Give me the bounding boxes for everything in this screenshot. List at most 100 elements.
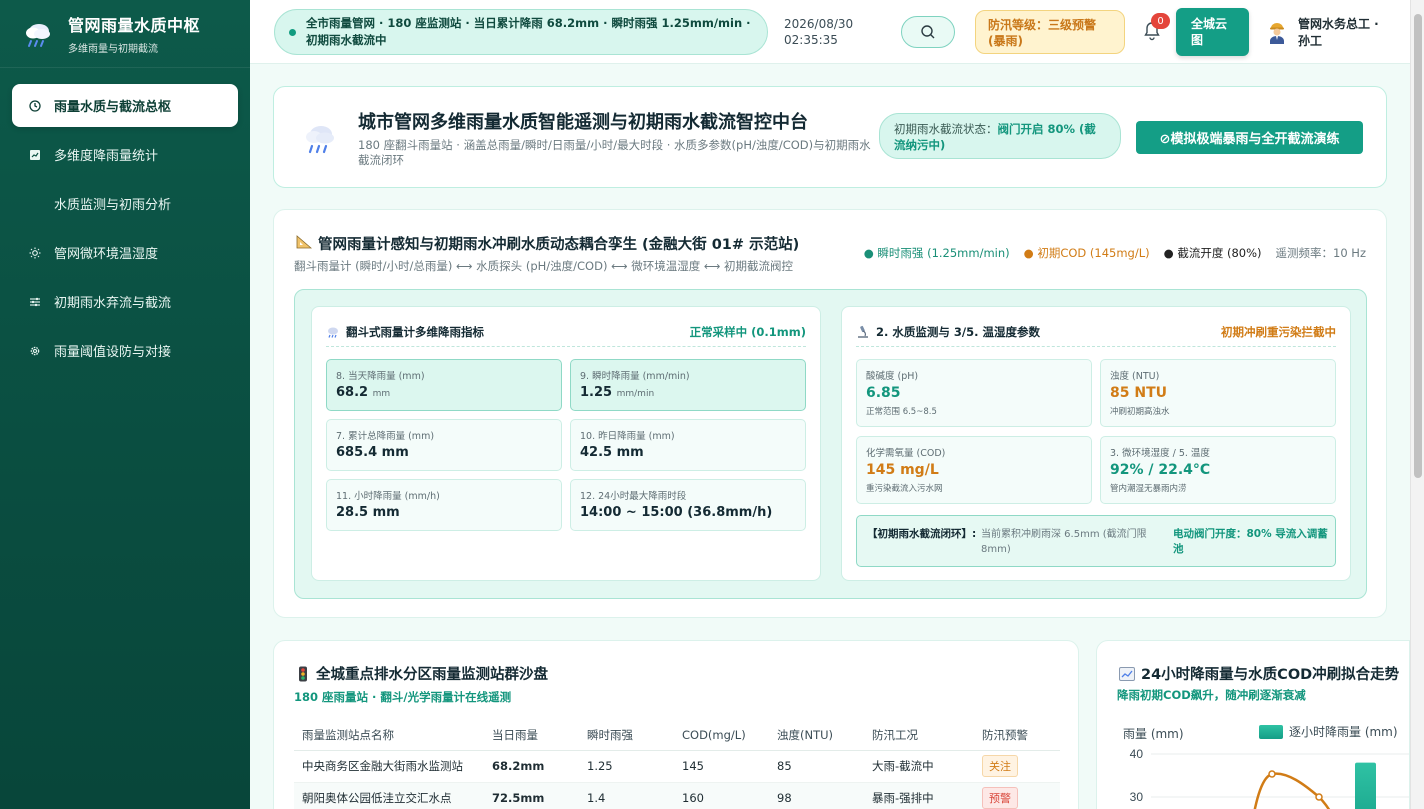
metric-label: 浊度 (NTU) — [1110, 371, 1160, 382]
metric-humidity-temp: 3. 微环境湿度 / 5. 温度 92% / 22.4°C 管内潮湿无暴雨内涝 — [1100, 436, 1336, 504]
metric-note: 重污染截流入污水网 — [866, 484, 943, 494]
legend-valve: ● 截流开度 (80%) — [1163, 246, 1262, 260]
notification-count: 0 — [1151, 13, 1170, 29]
panel-title: 2. 水质监测与 3/5. 温湿度参数 — [856, 324, 1040, 340]
sun-icon — [28, 246, 42, 260]
metric-value: 42.5 mm — [580, 445, 644, 460]
intercept-label: 【初期雨水截流闭环】: — [867, 528, 977, 540]
panel-title: 翻斗式雨量计多维降雨指标 — [326, 324, 484, 340]
twin-subtitle: 翻斗雨量计 (瞬时/小时/总雨量) ⟷ 水质探头 (pH/浊度/COD) ⟷ 微… — [294, 259, 794, 273]
metric-label: 12. 24小时最大降雨时段 — [580, 491, 687, 502]
rain-panel-title: 翻斗式雨量计多维降雨指标 — [346, 324, 484, 339]
metric-total-rain: 7. 累计总降雨量 (mm) 685.4 mm — [326, 419, 562, 471]
column-header: 防汛工况 — [864, 721, 974, 751]
user-name[interactable]: 管网水务总工 · 孙工 — [1298, 16, 1386, 50]
station-rate: 1.4 — [579, 782, 674, 809]
sidebar-item-rain-stats[interactable]: 多维度降雨量统计 — [12, 133, 238, 176]
simulate-storm-button[interactable]: ⊘模拟极端暴雨与全开截流演练 — [1136, 121, 1363, 154]
table-row[interactable]: 朝阳奥体公园低洼立交汇水点 72.5mm 1.4 160 98 暴雨-强排中 预… — [294, 782, 1060, 809]
intercept-status-label: 初期雨水截流状态： — [894, 122, 998, 136]
trend-title-text: 24小时降雨量与水质COD冲刷拟合走势 — [1141, 667, 1400, 683]
chart-bar[interactable] — [1355, 762, 1376, 809]
page-scrollbar[interactable] — [1410, 0, 1424, 809]
station-name: 朝阳奥体公园低洼立交汇水点 — [294, 782, 484, 809]
live-dot-icon — [289, 28, 296, 36]
station-cod: 145 — [674, 750, 769, 783]
metric-value: 68.2 mm — [336, 385, 391, 400]
metric-value: 85 NTU — [1110, 385, 1167, 401]
metric-value: 1.25 mm/min — [580, 385, 655, 400]
search-button[interactable] — [901, 16, 955, 48]
search-icon — [921, 25, 935, 39]
metric-value: 28.5 mm — [336, 505, 400, 520]
legend-swatch-bar — [1259, 724, 1283, 739]
telemetry-frequency: 遥测频率：10 Hz — [1275, 246, 1366, 260]
station-turbidity: 85 — [769, 750, 864, 783]
brand-subtitle: 多维雨量与初期截流 — [68, 44, 158, 55]
intercept-loop-bar: 【初期雨水截流闭环】: 当前累积冲刷雨深 6.5mm (截流门限 8mm) 电动… — [856, 515, 1336, 567]
metric-note: 管内潮湿无暴雨内涝 — [1110, 484, 1187, 494]
brand: 管网雨量水质中枢 多维雨量与初期截流 — [0, 0, 250, 68]
trend-chart: 40 30 — [1130, 747, 1409, 809]
column-header: 浊度(NTU) — [769, 721, 864, 751]
metric-hourly-rain: 11. 小时降雨量 (mm/h) 28.5 mm — [326, 479, 562, 531]
scrollbar-thumb[interactable] — [1414, 14, 1422, 478]
metric-today-rain: 8. 当天降雨量 (mm) 68.2 mm — [326, 359, 562, 411]
page-subtitle: 180 座翻斗雨量站 · 涵盖总雨量/瞬时/日雨量/小时/最大时段 · 水质多参… — [358, 138, 871, 167]
y-tick-label: 40 — [1130, 747, 1144, 761]
station-turbidity: 98 — [769, 782, 864, 809]
metric-yesterday-rain: 10. 昨日降雨量 (mm) 42.5 mm — [570, 419, 806, 471]
valve-opening: 电动阀门开度：80% 导流入调蓄池 — [1173, 528, 1328, 555]
trend-title: 24小时降雨量与水质COD冲刷拟合走势 — [1119, 663, 1399, 684]
metric-label: 化学需氧量 (COD) — [866, 448, 946, 459]
digital-twin-card: 管网雨量计感知与初期雨水冲刷水质动态耦合孪生 (金融大街 01# 示范站) 翻斗… — [273, 209, 1387, 618]
datetime: 2026/08/30 02:35:35 — [784, 16, 853, 48]
legend-cod: ● 初期COD (145mg/L) — [1023, 246, 1150, 260]
current-time: 02:35:35 — [784, 33, 838, 47]
rain-sampling-state: 正常采样中 (0.1mm) — [689, 324, 806, 339]
sidebar-item-label: 雨量阈值设防与对接 — [54, 345, 172, 360]
line-chart-icon — [1119, 666, 1135, 681]
metric-label: 11. 小时降雨量 (mm/h) — [336, 491, 440, 502]
rain-cloud-icon — [26, 23, 50, 47]
metric-label: 9. 瞬时降雨量 (mm/min) — [580, 371, 690, 382]
station-condition: 暴雨-强排中 — [864, 782, 974, 809]
rain-cod-trend-card: 24小时降雨量与水质COD冲刷拟合走势 降雨初期COD飙升，随冲刷逐渐衰减 雨量… — [1096, 640, 1410, 809]
sidebar-item-water-quality[interactable]: 水质监测与初雨分析 — [12, 182, 238, 225]
intercept-description: 当前累积冲刷雨深 6.5mm (截流门限 8mm) — [981, 529, 1147, 555]
column-header: 雨量监测站点名称 — [294, 721, 484, 751]
gear-icon — [28, 344, 42, 358]
sidebar-item-intercept[interactable]: 初期雨水弃流与截流 — [12, 280, 238, 323]
engineer-avatar-icon — [1270, 23, 1284, 44]
chart-y-axis-label: 雨量 (mm) — [1123, 727, 1184, 741]
column-header: 防汛预警 — [974, 721, 1060, 751]
cod-point[interactable] — [1268, 770, 1276, 778]
city-cloud-map-button[interactable]: 全城云图 — [1176, 8, 1249, 56]
twin-title-text: 管网雨量计感知与初期雨水冲刷水质动态耦合孪生 (金融大街 01# 示范站) — [318, 237, 800, 253]
column-header: 瞬时雨强 — [579, 721, 674, 751]
stations-table: 雨量监测站点名称 当日雨量 瞬时雨强 COD(mg/L) 浊度(NTU) 防汛工… — [294, 721, 1060, 809]
station-name: 中央商务区金融大街雨水监测站 — [294, 750, 484, 783]
metric-value: 6.85 — [866, 385, 901, 401]
rain-gauge-panel: 翻斗式雨量计多维降雨指标 正常采样中 (0.1mm) 8. 当天降雨量 (mm)… — [311, 306, 821, 581]
y-tick-label: 30 — [1130, 790, 1144, 804]
flood-level-badge: 防汛等级：三级预警(暴雨) — [975, 10, 1125, 54]
stations-title: 全城重点排水分区雨量监测站群沙盘 — [298, 663, 548, 684]
sidebar-item-overview[interactable]: 雨量水质与截流总枢 — [12, 84, 238, 127]
table-row[interactable]: 中央商务区金融大街雨水监测站 68.2mm 1.25 145 85 大雨-截流中… — [294, 750, 1060, 783]
station-cod: 160 — [674, 782, 769, 809]
metric-ph: 酸碱度 (pH) 6.85 正常范围 6.5~8.5 — [856, 359, 1092, 427]
table-header-row: 雨量监测站点名称 当日雨量 瞬时雨强 COD(mg/L) 浊度(NTU) 防汛工… — [294, 721, 1060, 751]
sidebar-nav: 雨量水质与截流总枢 多维度降雨量统计 水质监测与初雨分析 管网微环境温湿度 初期… — [0, 84, 250, 372]
ruler-icon — [296, 235, 313, 253]
page-title: 城市管网多维雨量水质智能遥测与初期雨水截流智控中台 — [358, 112, 808, 133]
sidebar-item-label: 初期雨水弃流与截流 — [54, 296, 172, 311]
sidebar-item-threshold[interactable]: 雨量阈值设防与对接 — [12, 329, 238, 372]
metric-label: 7. 累计总降雨量 (mm) — [336, 431, 435, 442]
cod-point[interactable] — [1315, 793, 1323, 801]
twin-title: 管网雨量计感知与初期雨水冲刷水质动态耦合孪生 (金融大街 01# 示范站) — [296, 233, 799, 254]
traffic-light-icon — [299, 666, 307, 681]
sidebar-item-microclimate[interactable]: 管网微环境温湿度 — [12, 231, 238, 274]
metric-note: 冲刷初期高浊水 — [1110, 407, 1170, 417]
column-header: 当日雨量 — [484, 721, 579, 751]
